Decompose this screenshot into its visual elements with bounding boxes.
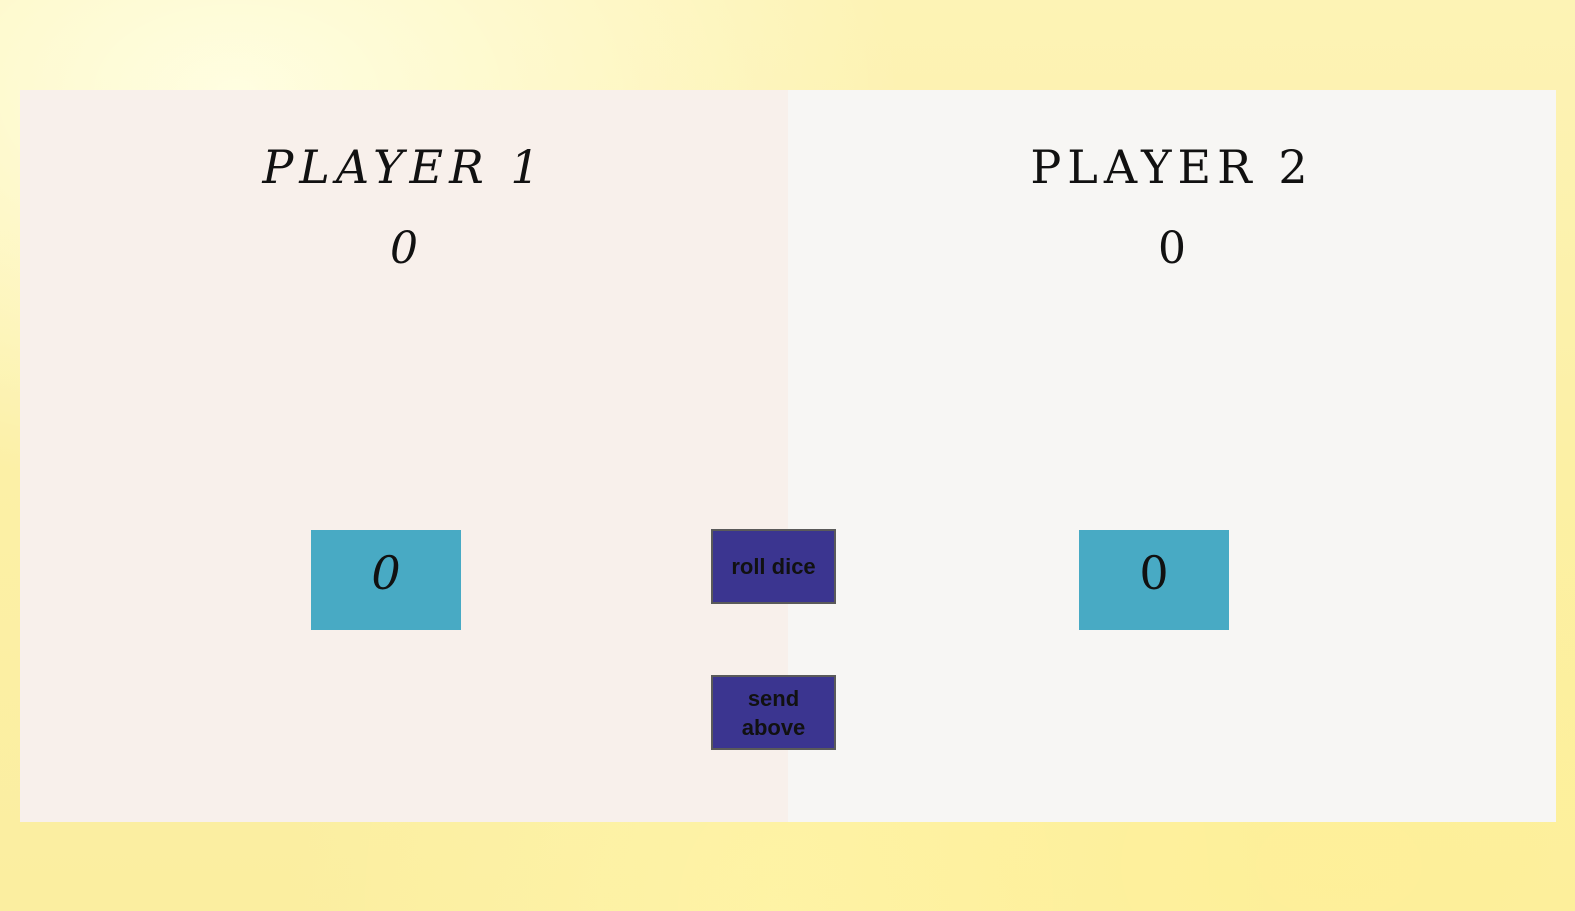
player-1-name: PLAYER 1 <box>262 140 546 194</box>
player-2-panel: PLAYER 2 0 0 <box>788 90 1556 822</box>
player-1-total-score: 0 <box>390 223 418 274</box>
player-1-current-score: 0 <box>371 546 401 600</box>
send-above-button[interactable]: send above <box>711 675 836 750</box>
player-1-panel: PLAYER 1 0 0 <box>20 90 788 822</box>
player-2-current-box: 0 <box>1079 530 1229 630</box>
player-2-name: PLAYER 2 <box>1030 140 1314 194</box>
player-2-total-score: 0 <box>1158 223 1186 274</box>
roll-dice-button[interactable]: roll dice <box>711 529 836 604</box>
player-1-current-box: 0 <box>311 530 461 630</box>
player-2-current-score: 0 <box>1139 546 1169 600</box>
